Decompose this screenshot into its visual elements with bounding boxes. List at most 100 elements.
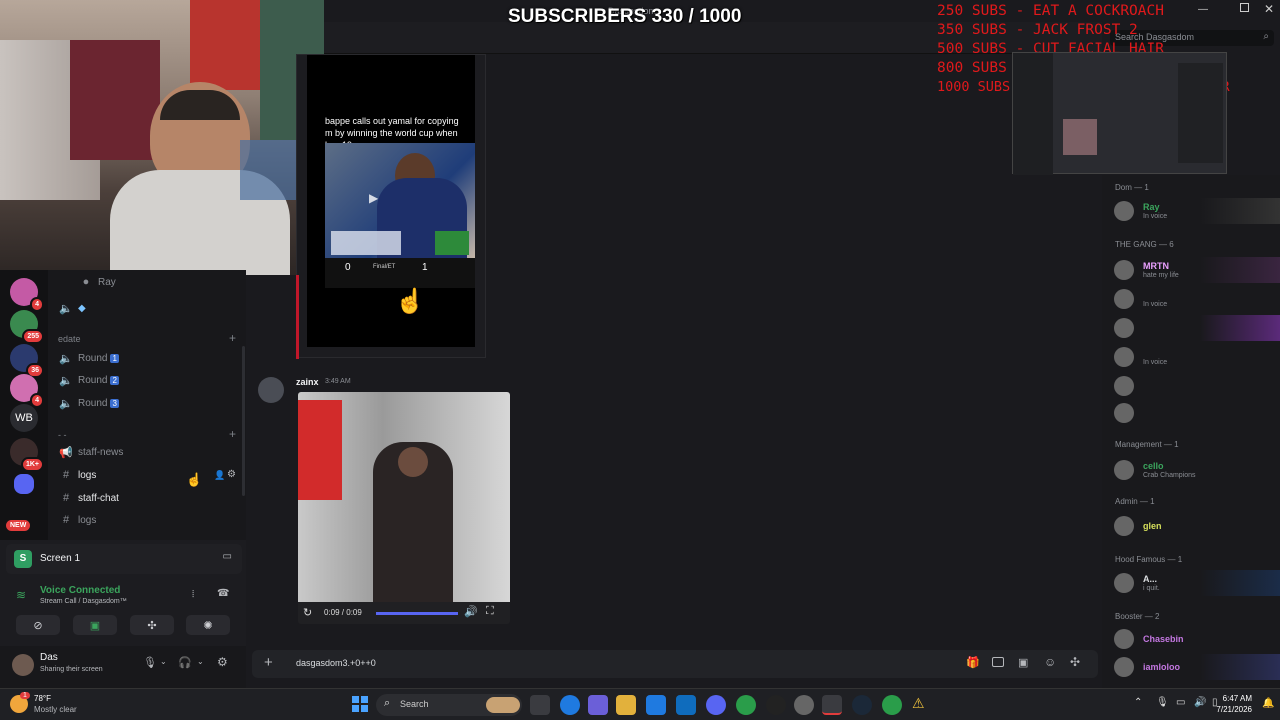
member-item[interactable]: Ray In voice [1102, 198, 1280, 224]
channel-logs[interactable]: # logs [58, 510, 96, 530]
screen-share-icon: ▣ [89, 619, 101, 632]
sticker-icon[interactable]: ▣ [1018, 656, 1028, 669]
clock-date[interactable]: 7/21/2026 [1212, 705, 1252, 714]
notification-icon[interactable]: 🔔 [1262, 698, 1274, 709]
member-item[interactable] [1102, 400, 1280, 426]
member-name: Ray [1143, 202, 1160, 212]
category-two[interactable]: - - [58, 430, 67, 440]
user-name[interactable]: Das [40, 652, 58, 663]
member-item[interactable]: In voice [1102, 344, 1280, 370]
edge-icon[interactable] [560, 695, 580, 715]
fullscreen-icon[interactable]: ⛶ [486, 605, 494, 618]
member-item[interactable] [1102, 373, 1280, 399]
member-item[interactable]: glen [1102, 513, 1280, 539]
message-composer[interactable]: + dasgasdom3.+0++0 🎁 ▣ ☺ ✣ [252, 650, 1098, 678]
voice-channel-diamond[interactable]: 🔈 ◆ [58, 298, 86, 318]
warning-icon[interactable]: ⚠ [912, 695, 925, 712]
obs-icon[interactable] [766, 695, 786, 715]
add-channel-icon[interactable]: + [229, 331, 236, 345]
member-item[interactable]: In voice [1102, 286, 1280, 312]
settings-icon[interactable] [794, 695, 814, 715]
gear-icon[interactable]: ⚙ [227, 469, 236, 480]
chevron-down-icon[interactable]: ⌄ [160, 657, 167, 666]
apps-icon[interactable]: ✣ [1070, 655, 1080, 669]
server-badge: 1K+ [20, 457, 44, 472]
voice-channel-round-1[interactable]: 🔈 Round 1 [58, 348, 119, 368]
member-item[interactable] [1102, 315, 1280, 341]
stop-stream-icon[interactable]: ▭ [223, 551, 232, 562]
server-icon[interactable]: 4 [10, 278, 44, 312]
voice-user-ray[interactable]: ● Ray [78, 272, 116, 292]
chrome-icon[interactable] [882, 695, 902, 715]
gif-icon[interactable] [992, 657, 1004, 667]
channel-logs-active[interactable]: # logs [58, 465, 96, 485]
member-item[interactable]: Chasebin [1102, 626, 1280, 652]
member-item[interactable]: A... i quit. [1102, 570, 1280, 596]
clock-time[interactable]: 6:47 AM [1220, 694, 1252, 703]
share-screen-button[interactable]: ▣ [73, 615, 117, 635]
volume-icon[interactable]: 🔊 [1194, 697, 1206, 708]
headphones-icon[interactable]: 🎧 [178, 656, 192, 669]
soundboard-button[interactable]: ✺ [186, 615, 230, 635]
disconnect-icon[interactable]: ☎ [217, 588, 229, 599]
gear-icon[interactable]: ⚙ [217, 655, 228, 669]
steam-icon[interactable] [852, 695, 872, 715]
store-icon[interactable] [646, 695, 666, 715]
emoji-icon[interactable]: ☺ [1044, 655, 1056, 669]
activities-button[interactable]: ✣ [130, 615, 174, 635]
terminal-icon[interactable] [822, 695, 842, 715]
channel-staff-chat[interactable]: # staff-chat [58, 488, 119, 508]
avatar[interactable] [258, 377, 284, 403]
file-explorer-icon[interactable] [616, 695, 636, 715]
member-status: hate my life [1143, 272, 1179, 279]
add-channel-icon[interactable]: + [229, 427, 236, 441]
category-edate[interactable]: edate [58, 334, 81, 344]
member-name: iamloloo [1143, 662, 1181, 672]
play-icon[interactable]: ▶ [369, 191, 378, 205]
volume-icon[interactable]: 🔊 [464, 605, 478, 618]
channel-scrollbar[interactable] [242, 346, 245, 496]
network-icon[interactable]: ▭ [1176, 697, 1185, 708]
member-item[interactable]: cello Crab Champions [1102, 457, 1280, 483]
camera-button[interactable]: ⊘ [16, 615, 60, 635]
windows-start-icon[interactable] [352, 696, 368, 712]
copilot-icon[interactable] [588, 695, 608, 715]
channel-staff-news[interactable]: 📢 staff-news [58, 442, 123, 462]
server-icon-wb[interactable]: WB [10, 404, 38, 432]
member-item[interactable]: MRTN hate my life [1102, 257, 1280, 283]
server-badge: 255 [22, 329, 44, 344]
discord-icon[interactable] [706, 695, 726, 715]
round-number: 3 [110, 398, 119, 408]
avatar[interactable] [12, 654, 34, 676]
chrome-icon[interactable] [736, 695, 756, 715]
voice-channel-round-3[interactable]: 🔈 Round 3 [58, 393, 119, 413]
clip-1-video[interactable]: bappe calls out yamal for copying m by w… [307, 55, 475, 347]
server-icon[interactable]: 4 [10, 374, 44, 408]
noise-suppression-icon[interactable]: ⦙ [192, 589, 194, 600]
voice-channel-round-2[interactable]: 🔈 Round 2 [58, 370, 119, 390]
mic-icon[interactable]: 🎙 [1156, 697, 1169, 708]
video-embed[interactable]: ↻ 0:09 / 0:09 🔊 ⛶ [298, 392, 510, 624]
member-item[interactable]: iamloloo [1102, 654, 1280, 680]
mouse-cursor-icon: ☝ [186, 472, 203, 487]
mic-icon[interactable]: 🎙 [143, 656, 157, 669]
message-author[interactable]: zainx [296, 377, 319, 387]
outlook-icon[interactable] [676, 695, 696, 715]
attach-plus-icon[interactable]: + [264, 654, 273, 671]
voice-status[interactable]: Voice Connected [40, 585, 120, 596]
screen-share-bar[interactable]: S Screen 1 ▭ [6, 544, 242, 574]
server-icon[interactable]: 255 [10, 310, 44, 344]
folder-icon[interactable] [14, 474, 34, 494]
gift-icon[interactable]: 🎁 [966, 656, 980, 669]
chevron-down-icon[interactable]: ⌄ [197, 657, 204, 666]
taskbar-search[interactable]: ⌕ Search [376, 694, 522, 716]
video-progress-track[interactable] [376, 612, 458, 615]
chevron-up-icon[interactable]: ⌃ [1134, 697, 1142, 708]
voice-channel-name[interactable]: Stream Call / Dasgasdom™ [40, 598, 127, 605]
task-view-icon[interactable] [530, 695, 550, 715]
server-icon[interactable]: 36 [10, 344, 44, 378]
replay-icon[interactable]: ↻ [303, 606, 312, 619]
server-icon[interactable]: 1K+ [10, 438, 44, 472]
server-wb-label: WB [15, 412, 33, 424]
invite-icon[interactable]: 👤 [214, 470, 225, 481]
